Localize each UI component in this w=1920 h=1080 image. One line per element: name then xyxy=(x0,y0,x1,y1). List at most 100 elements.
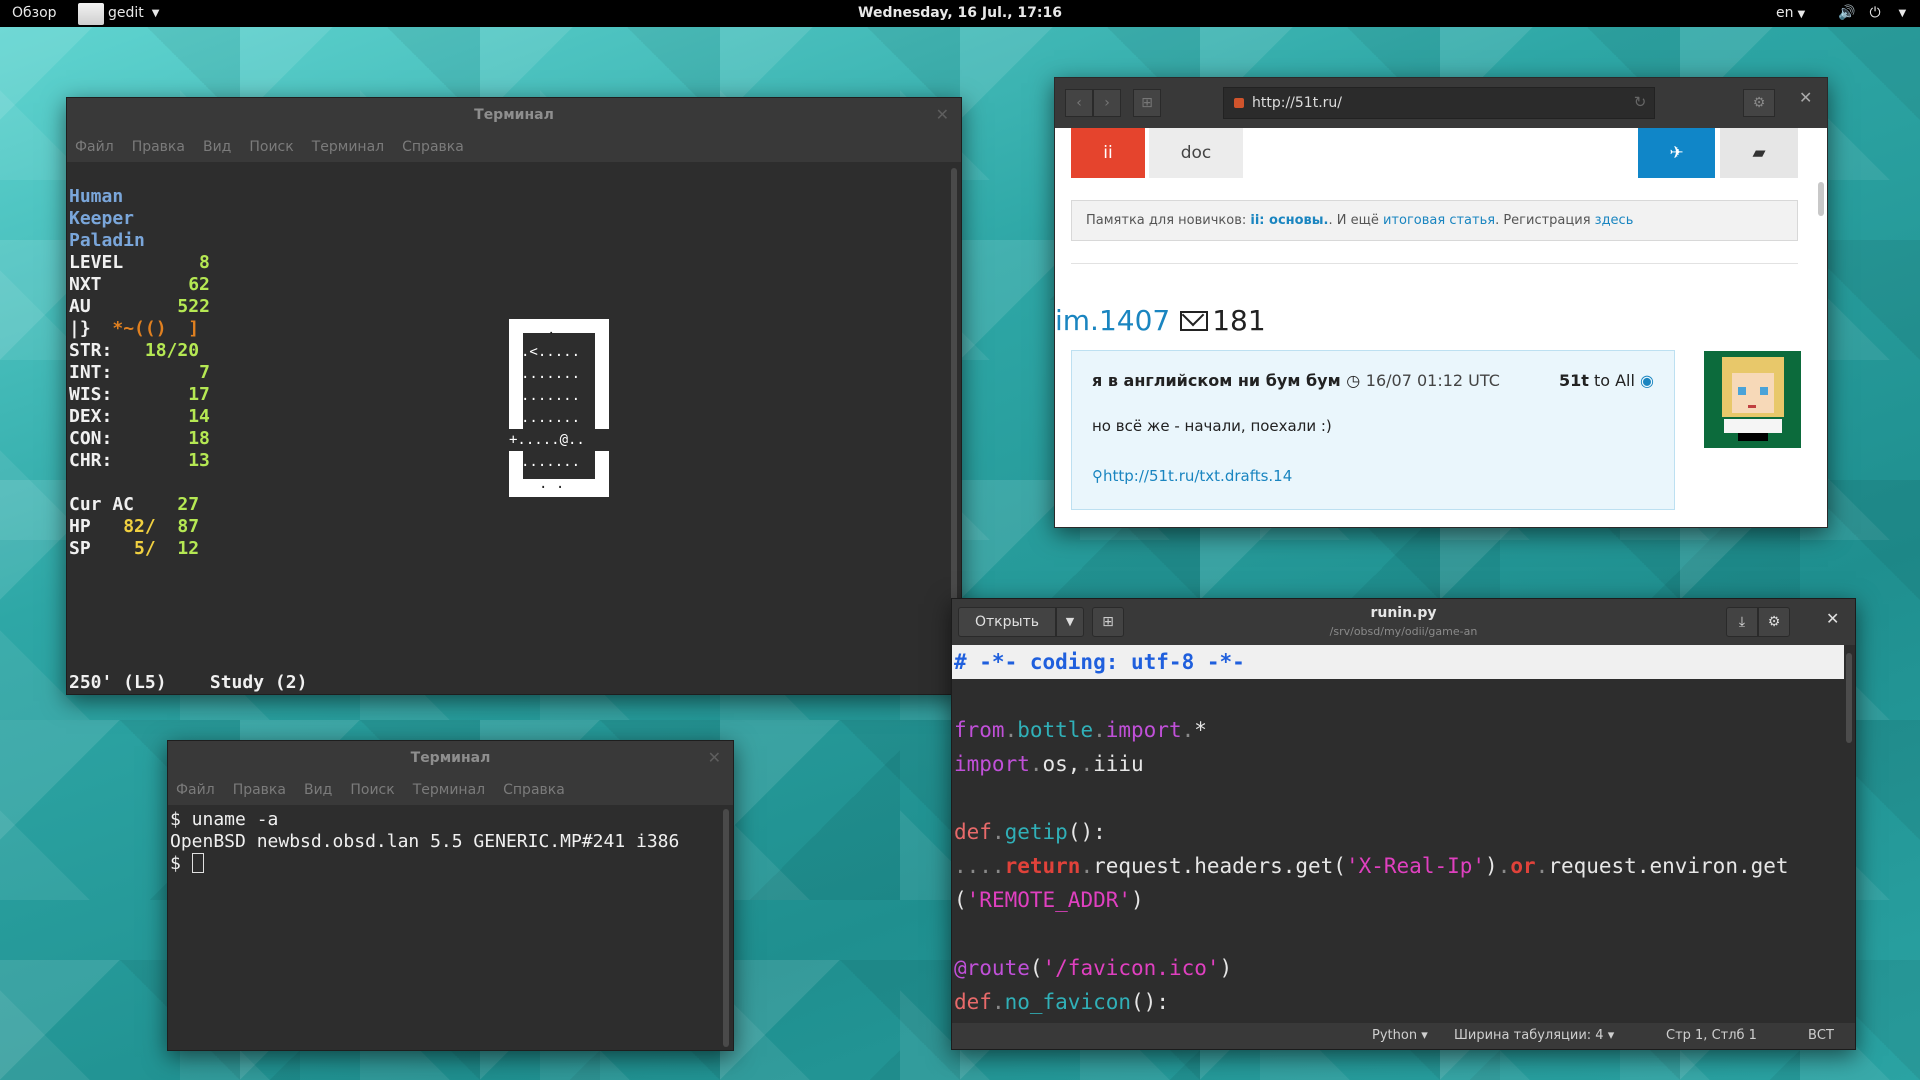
attr-label: WIS: xyxy=(69,384,113,405)
chevron-down-icon: ▼ xyxy=(1898,8,1907,19)
gedit-close-button[interactable]: ✕ xyxy=(1826,609,1839,628)
post-link[interactable]: ⚲http://51t.ru/txt.drafts.14 xyxy=(1092,467,1292,485)
attr-label: DEX: xyxy=(69,406,113,427)
book-button[interactable]: ▰ xyxy=(1720,128,1798,178)
attr-value: 13 xyxy=(188,450,210,471)
terminal-titlebar[interactable]: Терминал ✕ xyxy=(67,98,961,132)
terminal-screen[interactable]: Human Keeper Paladin LEVEL 8 NXT 62 AU 5… xyxy=(69,186,210,560)
equip-items: *~(() xyxy=(112,318,167,339)
forward-button[interactable]: › xyxy=(1093,89,1121,117)
browser-settings-button[interactable]: ⚙ xyxy=(1743,89,1775,117)
window-title: Терминал xyxy=(410,750,491,766)
document-title: runin.py xyxy=(1370,605,1437,621)
terminal-window-secondary[interactable]: Терминал ✕ Файл Правка Вид Поиск Термина… xyxy=(167,740,734,1051)
gedit-window[interactable]: Открыть ▼ ⊞ runin.py /srv/obsd/my/odii/g… xyxy=(951,598,1856,1050)
favicon-icon xyxy=(1234,98,1244,108)
equip-armor: ] xyxy=(188,318,200,339)
chevron-down-icon: ▼ xyxy=(1797,9,1806,20)
code-line: @route('/favicon.ico') xyxy=(954,956,1233,980)
menu-file[interactable]: Файл xyxy=(176,775,215,805)
notice-link-article[interactable]: итоговая статья xyxy=(1383,213,1495,228)
code-line: ('REMOTE_ADDR') xyxy=(954,888,1144,912)
notice-text: . Регистрация xyxy=(1495,213,1595,228)
eye-icon[interactable]: ◉ xyxy=(1640,371,1654,390)
top-bar: Обзор gedit ▼ Wednesday, 16 Jul., 17:16 … xyxy=(0,0,1920,27)
gedit-settings-button[interactable]: ⚙ xyxy=(1758,607,1790,637)
nav-ii-button[interactable]: ii xyxy=(1071,128,1145,178)
sp-label: SP xyxy=(69,538,91,559)
browser-close-button[interactable]: ✕ xyxy=(1799,88,1812,107)
clock-icon: ◷ xyxy=(1346,371,1361,390)
avatar-eye xyxy=(1760,387,1768,395)
attr-label: CHR: xyxy=(69,450,113,471)
menu-view[interactable]: Вид xyxy=(203,132,231,162)
close-icon[interactable]: ✕ xyxy=(936,98,949,132)
menu-help[interactable]: Справка xyxy=(402,132,464,162)
code-editor[interactable]: # -*- coding: utf-8 -*- from.bottle.impo… xyxy=(952,645,1844,1023)
menu-view[interactable]: Вид xyxy=(304,775,332,805)
terminal-menubar: Файл Правка Вид Поиск Терминал Справка xyxy=(168,775,733,805)
cur-ac-label: Cur AC xyxy=(69,494,135,515)
gedit-headerbar[interactable]: Открыть ▼ ⊞ runin.py /srv/obsd/my/odii/g… xyxy=(952,599,1855,645)
keyboard-layout-label: en xyxy=(1776,5,1794,21)
url-bar[interactable]: http://51t.ru/ xyxy=(1223,87,1655,119)
terminal-screen[interactable]: $ uname -a OpenBSD newbsd.obsd.lan 5.5 G… xyxy=(170,809,679,875)
equip-weapon: |} xyxy=(69,318,91,339)
language-selector[interactable]: Python ▾ xyxy=(1372,1023,1428,1049)
menu-edit[interactable]: Правка xyxy=(132,132,185,162)
scrollbar[interactable] xyxy=(1818,182,1824,216)
bookmark-button[interactable]: ⊞ xyxy=(1133,89,1161,117)
scrollbar[interactable] xyxy=(723,809,729,1047)
terminal-titlebar[interactable]: Терминал ✕ xyxy=(168,741,733,775)
power-icon: ⏻ xyxy=(1869,5,1881,21)
menu-terminal[interactable]: Терминал xyxy=(413,775,485,805)
thread-header: im.1407 181 xyxy=(1055,304,1266,337)
back-button[interactable]: ‹ xyxy=(1065,89,1093,117)
code-line: # -*- coding: utf-8 -*- xyxy=(952,645,1844,679)
code-line: ....return.request.headers.get('X-Real-I… xyxy=(954,854,1789,878)
hp-max: 87 xyxy=(177,516,200,537)
app-menu[interactable]: gedit ▼ xyxy=(78,0,159,27)
web-page[interactable]: ii doc ✈ ▰ Памятка для новичков: ii: осн… xyxy=(1055,128,1827,527)
gear-icon: ⚙ xyxy=(1767,614,1781,630)
tab-width-selector[interactable]: Ширина табуляции: 4 ▾ xyxy=(1454,1023,1614,1049)
notice-link-basics[interactable]: ii: основы. xyxy=(1250,213,1328,228)
terminal-line: OpenBSD newbsd.obsd.lan 5.5 GENERIC.MP#2… xyxy=(170,831,680,852)
clock[interactable]: Wednesday, 16 Jul., 17:16 xyxy=(858,5,1062,21)
cur-ac-value: 27 xyxy=(177,494,200,515)
menu-file[interactable]: Файл xyxy=(75,132,114,162)
keyboard-layout-menu[interactable]: en ▼ xyxy=(1776,0,1805,27)
map-row: ....... xyxy=(521,366,581,382)
notice-text: . И ещё xyxy=(1328,213,1383,228)
newbie-notice: Памятка для новичков: ii: основы.. И ещё… xyxy=(1071,200,1798,241)
nav-doc-button[interactable]: doc xyxy=(1149,128,1243,178)
post-author[interactable]: 51t xyxy=(1559,371,1589,390)
menu-search[interactable]: Поиск xyxy=(249,132,293,162)
attr-value: 17 xyxy=(188,384,210,405)
avatar-collar xyxy=(1724,419,1782,433)
close-icon[interactable]: ✕ xyxy=(708,741,721,775)
menu-help[interactable]: Справка xyxy=(503,775,565,805)
browser-window[interactable]: ‹ › ⊞ http://51t.ru/ ↻ ⚙ ✕ ii doc ✈ ▰ Па… xyxy=(1054,77,1828,528)
activities-button[interactable]: Обзор xyxy=(12,0,57,27)
menu-terminal[interactable]: Терминал xyxy=(312,132,384,162)
map-row: . . xyxy=(539,476,565,492)
reload-button[interactable]: ↻ xyxy=(1625,87,1655,119)
sp-max: 12 xyxy=(177,538,200,559)
scrollbar[interactable] xyxy=(1846,653,1852,743)
thread-name[interactable]: im.1407 xyxy=(1055,304,1170,337)
notice-link-register[interactable]: здесь xyxy=(1595,213,1634,228)
terminal-window-main[interactable]: Терминал ✕ Файл Правка Вид Поиск Термина… xyxy=(66,97,962,695)
hp-current: 82/ xyxy=(123,516,156,537)
menu-edit[interactable]: Правка xyxy=(233,775,286,805)
save-button[interactable]: ⤓ xyxy=(1726,607,1758,637)
menu-search[interactable]: Поиск xyxy=(350,775,394,805)
stat-value: 522 xyxy=(177,296,210,317)
close-icon: ✕ xyxy=(1826,609,1840,628)
pin-button[interactable]: ✈ xyxy=(1638,128,1715,178)
char-race: Human xyxy=(69,186,124,207)
status-menu[interactable]: 🔊 ⏻ ▼ xyxy=(1838,0,1906,27)
chevron-down-icon: ▾ xyxy=(1421,1028,1428,1043)
